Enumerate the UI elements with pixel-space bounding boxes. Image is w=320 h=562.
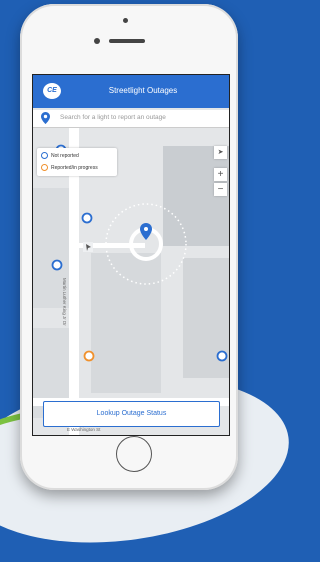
map-block: [91, 253, 161, 393]
zoom-in-button[interactable]: +: [214, 168, 227, 181]
streetlight-marker[interactable]: [216, 350, 228, 362]
search-bar[interactable]: Search for a light to report an outage: [33, 110, 229, 128]
map-view[interactable]: Not reported Reported/in progress ➤ + − …: [33, 128, 229, 435]
zoom-out-button[interactable]: −: [214, 183, 227, 196]
street-label-horizontal: E Washington St: [67, 427, 101, 432]
orange-circle-icon: [41, 164, 48, 171]
app-header: CE Streetlight Outages: [33, 75, 229, 108]
streetlight-marker[interactable]: [81, 212, 93, 224]
page-title: Streetlight Outages: [108, 86, 178, 95]
map-building: [163, 146, 229, 246]
streetlight-marker[interactable]: [51, 259, 63, 271]
search-input[interactable]: Search for a light to report an outage: [60, 114, 166, 121]
blue-circle-icon: [41, 152, 48, 159]
map-legend: Not reported Reported/in progress: [37, 148, 117, 176]
legend-item-not-reported: Not reported: [41, 152, 79, 159]
camera: [94, 38, 100, 44]
sensor-dot: [123, 18, 128, 23]
phone-frame: CE Streetlight Outages Search for a ligh…: [20, 4, 238, 490]
locate-me-button[interactable]: ➤: [214, 146, 227, 159]
phone-screen: CE Streetlight Outages Search for a ligh…: [32, 74, 230, 436]
home-button[interactable]: [116, 436, 152, 472]
location-pin-icon: [41, 112, 50, 124]
lookup-outage-status-button[interactable]: Lookup Outage Status: [43, 401, 220, 427]
earpiece-speaker: [109, 39, 145, 43]
legend-item-reported: Reported/in progress: [41, 164, 98, 171]
app-logo: CE: [43, 83, 61, 99]
street-label-vertical: Martin Luther King Jr Dr: [62, 278, 67, 326]
streetlight-marker-reported[interactable]: [83, 350, 95, 362]
